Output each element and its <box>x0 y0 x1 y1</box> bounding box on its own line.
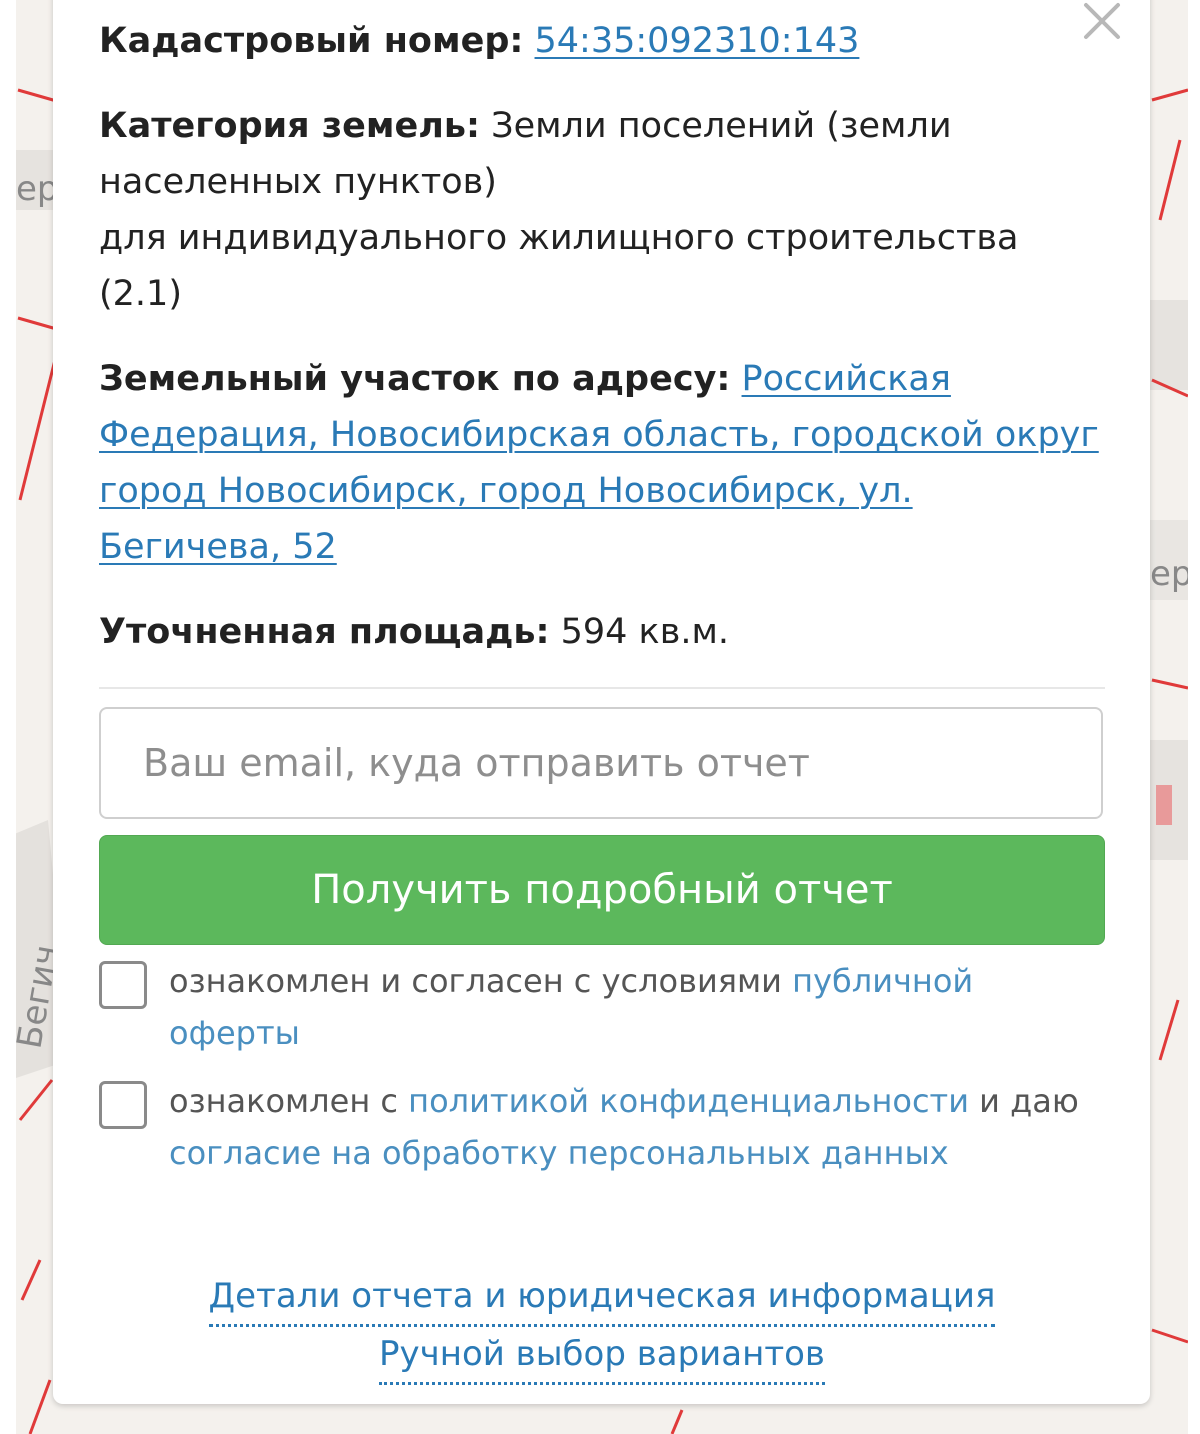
parcel-info-popup: Кадастровый номер: 54:35:092310:143 Кате… <box>53 0 1150 1404</box>
map-edge <box>0 0 16 1434</box>
privacy-policy-link[interactable]: политикой конфиденциальности <box>408 1082 969 1120</box>
category-usage: для индивидуального жилищного строительс… <box>99 218 1019 314</box>
divider <box>99 687 1105 689</box>
cadastre-label: Кадастровый номер: <box>99 21 524 61</box>
offer-checkbox[interactable] <box>99 961 147 1009</box>
offer-agreement-text: ознакомлен и согласен с условиями публич… <box>169 955 1109 1059</box>
manual-selection-link[interactable]: Ручной выбор вариантов <box>379 1326 825 1385</box>
personal-data-consent-link[interactable]: согласие на обработку персональных данны… <box>169 1134 949 1172</box>
address-label: Земельный участок по адресу: <box>99 359 731 399</box>
cadastre-number-link[interactable]: 54:35:092310:143 <box>535 21 860 61</box>
report-details-link[interactable]: Детали отчета и юридическая информация <box>208 1268 996 1327</box>
privacy-text-middle: и даю <box>979 1082 1079 1120</box>
get-report-button[interactable]: Получить подробный отчет <box>99 835 1105 945</box>
category-label: Категория земель: <box>99 106 481 146</box>
footer-links: Детали отчета и юридическая информация Р… <box>99 1268 1105 1385</box>
address-field: Земельный участок по адресу: Российская … <box>99 351 1105 575</box>
map-edge <box>1188 0 1200 1434</box>
category-field: Категория земель: Земли поселений (земли… <box>99 98 1059 322</box>
offer-text: ознакомлен и согласен с условиями <box>169 962 782 1000</box>
cadastre-field: Кадастровый номер: 54:35:092310:143 <box>99 13 1105 69</box>
area-label: Уточненная площадь: <box>99 612 550 652</box>
map-street-label: ер <box>1150 554 1193 594</box>
email-input[interactable] <box>99 707 1103 819</box>
privacy-checkbox[interactable] <box>99 1081 147 1129</box>
privacy-agreement-text: ознакомлен с политикой конфиденциальност… <box>169 1075 1109 1179</box>
privacy-text-before: ознакомлен с <box>169 1082 398 1120</box>
area-value: 594 кв.м. <box>560 612 729 652</box>
area-field: Уточненная площадь: 594 кв.м. <box>99 604 1105 660</box>
